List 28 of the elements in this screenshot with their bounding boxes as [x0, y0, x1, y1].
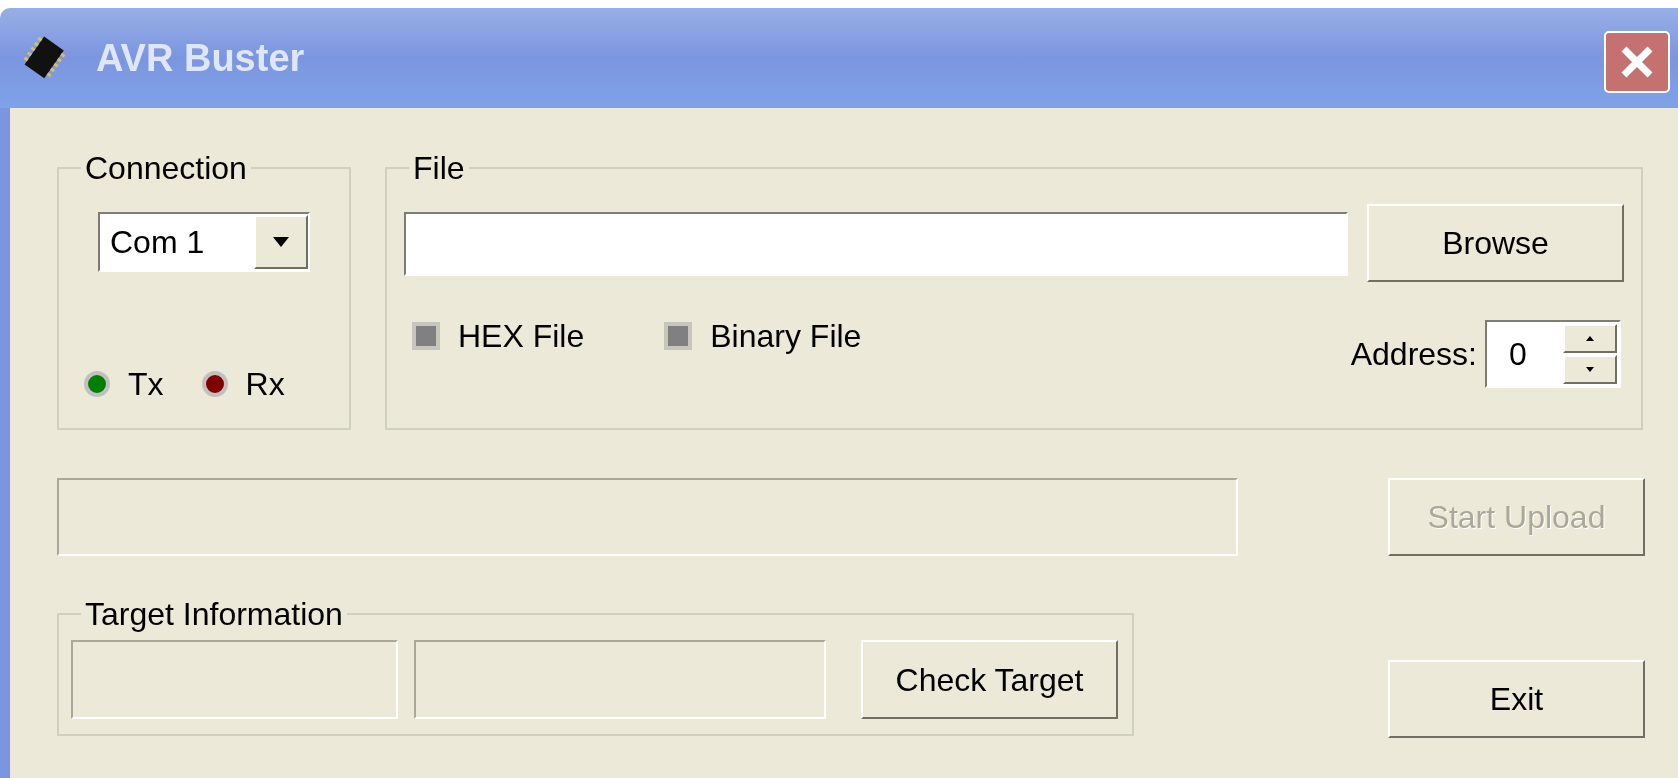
group-title: Target Information [84, 596, 344, 632]
address-label: Address: [1350, 335, 1477, 374]
checkbox-label: HEX File [458, 317, 585, 356]
close-icon [1620, 45, 1654, 79]
group-title: Connection [84, 150, 248, 186]
up-arrow-icon [1586, 336, 1594, 341]
close-button[interactable] [1604, 31, 1670, 93]
led-label: Rx [245, 365, 285, 404]
port-dropdown[interactable]: Com 1 [98, 212, 310, 272]
browse-button[interactable]: Browse [1367, 204, 1624, 282]
window-title: AVR Buster [96, 35, 305, 81]
exit-button[interactable]: Exit [1388, 660, 1645, 738]
caret-icon [273, 237, 289, 247]
led-label: Tx [128, 365, 164, 404]
spin-up-button[interactable] [1563, 324, 1617, 353]
file-path-field[interactable] [404, 212, 1348, 276]
checkbox[interactable] [664, 322, 693, 350]
down-arrow-icon [1586, 367, 1594, 372]
address-value: 0 [1509, 335, 1527, 374]
dropdown-arrow-button[interactable] [254, 215, 308, 269]
dropdown-value: Com 1 [110, 223, 205, 262]
check-target-button[interactable]: Check Target [861, 640, 1118, 719]
spin-down-button[interactable] [1563, 355, 1617, 384]
address-spinbox[interactable]: 0 [1485, 320, 1621, 388]
group-title: File [412, 150, 466, 186]
checkbox-label: Binary File [710, 317, 862, 356]
chip-icon [22, 35, 68, 81]
checkbox[interactable] [412, 322, 440, 350]
